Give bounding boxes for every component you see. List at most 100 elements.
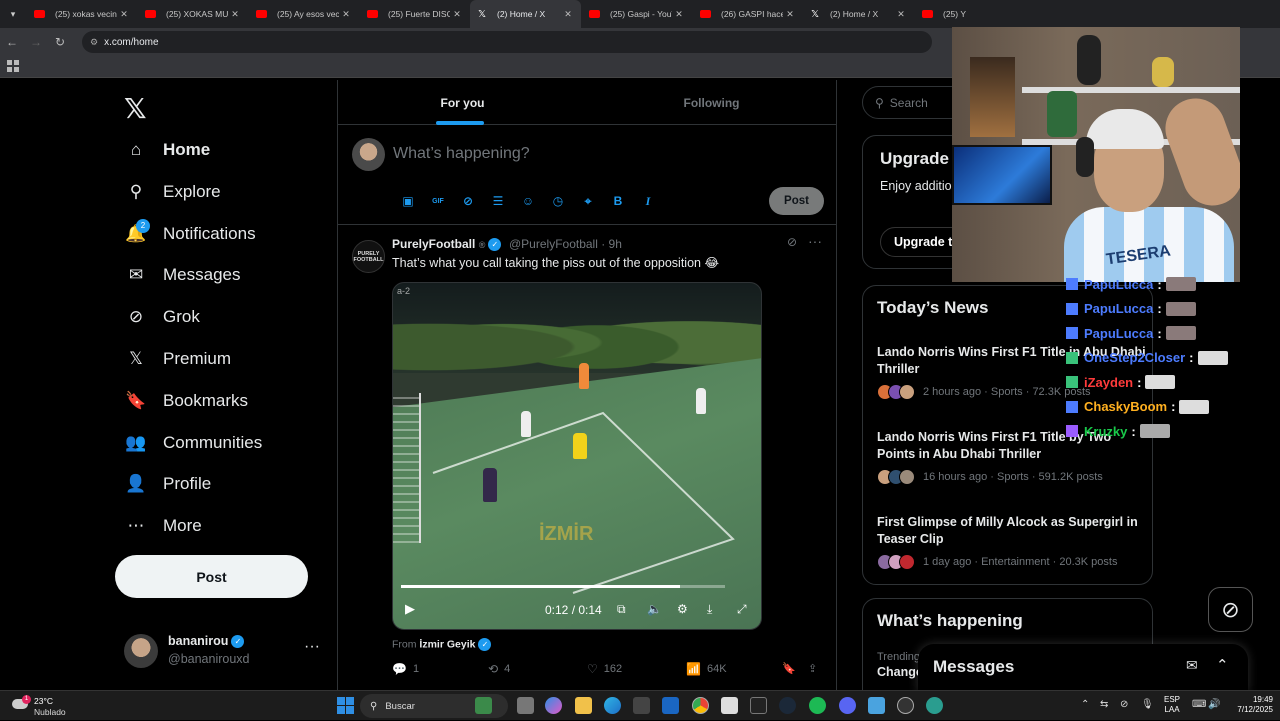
site-info-icon[interactable]: ⚙ [90, 37, 98, 48]
microphone-icon[interactable]: 🎙 [1141, 699, 1154, 710]
tab-for-you[interactable]: For you [338, 80, 587, 125]
source-account[interactable]: İzmir Geyik [419, 638, 475, 650]
post-button[interactable]: Post [115, 555, 308, 598]
nav-item-communities[interactable]: 👥 Communities [124, 426, 262, 460]
windows-start-icon[interactable] [337, 697, 354, 714]
poll-icon[interactable]: ☰ [483, 191, 513, 211]
outlook-icon[interactable] [662, 697, 679, 714]
keyboard-language[interactable]: ESP LAA [1164, 695, 1180, 715]
file-explorer-icon[interactable] [575, 697, 592, 714]
app-icon[interactable] [750, 697, 767, 714]
browser-tab[interactable]: 𝕏 (2) Home / X ✕ [470, 0, 581, 28]
like-button[interactable]: ♡ 162 [587, 662, 622, 676]
nav-item-home[interactable]: ⌂ Home [124, 133, 210, 167]
chevron-up-icon[interactable]: ⌃ [1216, 656, 1229, 674]
grok-icon[interactable]: ⊘ [787, 235, 797, 249]
gif-icon[interactable]: GIF [423, 191, 453, 211]
video-progress-bar[interactable] [401, 585, 725, 588]
browser-tab[interactable]: (25) Gaspi - YouTu✕ [581, 0, 692, 28]
news-item[interactable]: First Glimpse of Milly Alcock as Supergi… [877, 514, 1147, 570]
tweet[interactable]: PURELY FOOTBALL PurelyFootball ® ✓ @Purel… [338, 226, 836, 690]
bold-icon[interactable]: B [603, 191, 633, 211]
trending-topic[interactable]: Chango [877, 665, 924, 679]
browser-tab[interactable]: (25) XOKAS MUY ✕ [137, 0, 248, 28]
tab-search-menu[interactable]: ▾ [0, 0, 26, 28]
browser-tab[interactable]: (26) GASPI hace E✕ [692, 0, 803, 28]
close-icon[interactable]: ✕ [783, 9, 797, 20]
nav-item-premium[interactable]: 𝕏 Premium [124, 342, 231, 376]
nav-item-explore[interactable]: ⚲ Explore [124, 175, 221, 209]
discord-icon[interactable] [839, 697, 856, 714]
fullscreen-icon[interactable]: ⤢ [737, 602, 747, 617]
nav-item-bookmarks[interactable]: 🔖 Bookmarks [124, 384, 248, 418]
video-player[interactable]: İZMİR a-2 ▶ 0:12 / 0:14 ⧉ 🔈 ⚙ ⤓ ⤢ [392, 282, 762, 630]
url-input[interactable]: ⚙ x.com/home [82, 31, 932, 53]
views-button[interactable]: 📶 64K [686, 662, 727, 676]
nav-item-grok[interactable]: ⊘ Grok [124, 300, 200, 334]
close-icon[interactable]: ✕ [894, 9, 908, 20]
back-icon[interactable]: ← [0, 35, 24, 49]
network-icon[interactable]: ⌨ [1192, 699, 1206, 710]
settings-icon[interactable]: ⚙ [677, 602, 688, 616]
reload-icon[interactable]: ↻ [48, 35, 72, 49]
browser-tab[interactable]: (25) Ay esos vecin✕ [248, 0, 359, 28]
store-icon[interactable] [633, 697, 650, 714]
schedule-icon[interactable]: ◷ [543, 191, 573, 211]
tweet-handle[interactable]: @PurelyFootball · 9h [509, 237, 622, 251]
clock[interactable]: 19:49 7/12/2025 [1225, 695, 1273, 715]
app-icon[interactable] [868, 697, 885, 714]
browser-tab[interactable]: (25) Y [914, 0, 1025, 28]
obs-icon[interactable] [897, 697, 914, 714]
messages-drawer[interactable]: Messages ✉ ⌃ [918, 644, 1248, 692]
more-options-icon[interactable]: ··· [304, 638, 320, 656]
chevron-up-icon[interactable]: ⌃ [1081, 699, 1089, 710]
chrome-icon[interactable] [692, 697, 709, 714]
tab-following[interactable]: Following [587, 80, 836, 125]
compose-input[interactable]: What’s happening? [393, 145, 530, 163]
tray-app-icon[interactable]: ⇆ [1100, 699, 1108, 710]
close-icon[interactable]: ✕ [339, 9, 353, 20]
forward-icon[interactable]: → [24, 35, 48, 49]
close-icon[interactable]: ✕ [672, 9, 686, 20]
composer-post-button[interactable]: Post [769, 187, 824, 215]
x-logo-icon[interactable]: 𝕏 [124, 92, 147, 125]
tray-app-icon[interactable]: ⊘ [1120, 699, 1128, 710]
close-icon[interactable]: ✕ [228, 9, 242, 20]
volume-icon[interactable]: 🔊 [1208, 699, 1220, 710]
spotify-icon[interactable] [809, 697, 826, 714]
nav-item-profile[interactable]: 👤 Profile [124, 467, 211, 501]
location-icon[interactable]: ⌖ [573, 191, 603, 211]
widgets-icon[interactable] [475, 697, 492, 714]
browser-tab[interactable]: 𝕏 (2) Home / X ✕ [803, 0, 914, 28]
emoji-icon[interactable]: ☺ [513, 191, 543, 211]
image-icon[interactable]: ▣ [393, 191, 423, 211]
steam-icon[interactable] [779, 697, 796, 714]
task-view-icon[interactable] [517, 697, 534, 714]
browser-tab[interactable]: (25) xokas vecino ✕ [26, 0, 137, 28]
bookmark-icon[interactable]: 🔖 [782, 662, 796, 675]
popout-icon[interactable]: ⤓ [707, 602, 712, 617]
avatar[interactable]: PURELY FOOTBALL [352, 240, 385, 273]
grok-icon[interactable]: ⊘ [453, 191, 483, 211]
new-message-icon[interactable]: ✉ [1186, 657, 1198, 674]
edge-icon[interactable] [604, 697, 621, 714]
share-icon[interactable]: ⇪ [808, 662, 817, 675]
close-icon[interactable]: ✕ [450, 9, 464, 20]
volume-icon[interactable]: 🔈 [647, 602, 662, 616]
more-options-icon[interactable]: ··· [808, 233, 822, 249]
close-icon[interactable]: ✕ [117, 9, 131, 20]
captions-icon[interactable]: ⧉ [617, 602, 626, 617]
copilot-icon[interactable] [545, 697, 562, 714]
nav-item-more[interactable]: ⋯ More [124, 509, 202, 543]
grok-button[interactable]: ⊘ [1208, 587, 1253, 632]
apps-grid-icon[interactable] [7, 60, 19, 72]
tweet-author[interactable]: PurelyFootball [392, 237, 475, 251]
italic-icon[interactable]: I [633, 191, 663, 211]
app-icon[interactable] [926, 697, 943, 714]
app-icon[interactable] [721, 697, 738, 714]
weather-widget[interactable]: 1 23°C Nublado [12, 694, 92, 718]
account-switcher[interactable]: bananirou ✓ @bananirouxd ··· [124, 632, 334, 676]
browser-tab[interactable]: (25) Fuerte DISCU✕ [359, 0, 470, 28]
close-icon[interactable]: ✕ [561, 9, 575, 20]
reply-button[interactable]: 💬 1 [392, 662, 419, 676]
